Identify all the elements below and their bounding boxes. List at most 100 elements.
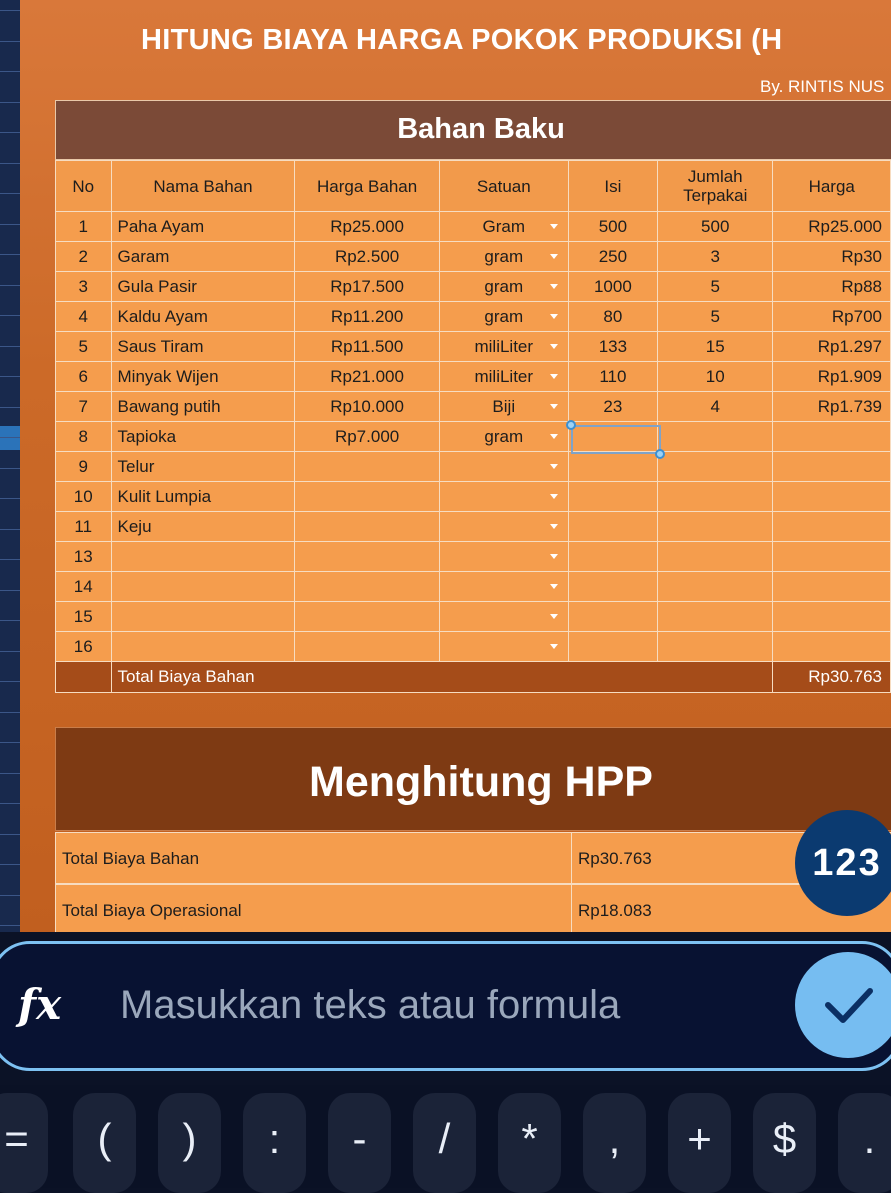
cell-jumlah-terpakai[interactable]: 3 <box>656 241 774 272</box>
cell-satuan[interactable] <box>438 631 569 662</box>
cell-harga-bahan[interactable]: Rp10.000 <box>294 391 440 422</box>
row-header-strip[interactable] <box>0 0 20 932</box>
dropdown-arrow-icon[interactable] <box>549 374 558 379</box>
key-minus[interactable]: - <box>328 1093 391 1193</box>
cell-no[interactable]: 8 <box>55 421 112 452</box>
cell-isi[interactable] <box>567 541 659 572</box>
cell-isi[interactable] <box>567 511 659 542</box>
cell-no[interactable]: 3 <box>55 271 112 302</box>
cell-harga[interactable]: Rp1.739 <box>772 391 891 422</box>
selected-cell[interactable] <box>571 425 661 454</box>
cell-jumlah-terpakai[interactable] <box>656 451 774 482</box>
cell-no[interactable]: 10 <box>55 481 112 512</box>
cell-satuan[interactable]: gram <box>438 421 569 452</box>
cell-jumlah-terpakai[interactable] <box>656 631 774 662</box>
cell-isi[interactable]: 1000 <box>567 271 659 302</box>
cell-satuan[interactable] <box>438 571 569 602</box>
cell-isi[interactable]: 23 <box>567 391 659 422</box>
cell-isi[interactable] <box>567 451 659 482</box>
key-close-paren[interactable]: ) <box>158 1093 221 1193</box>
cell-harga[interactable] <box>772 631 891 662</box>
cell-nama-bahan[interactable]: Gula Pasir <box>110 271 296 302</box>
dropdown-arrow-icon[interactable] <box>549 314 558 319</box>
col-header-satuan[interactable]: Satuan <box>438 160 569 212</box>
cell-harga-bahan[interactable]: Rp11.200 <box>294 301 440 332</box>
cell-nama-bahan[interactable] <box>110 631 296 662</box>
dropdown-arrow-icon[interactable] <box>549 404 558 409</box>
dropdown-arrow-icon[interactable] <box>549 344 558 349</box>
cell-jumlah-terpakai[interactable] <box>656 601 774 632</box>
cell-satuan[interactable] <box>438 601 569 632</box>
key-open-paren[interactable]: ( <box>73 1093 136 1193</box>
total-value-cell[interactable]: Rp30.763 <box>772 661 891 693</box>
cell-jumlah-terpakai[interactable] <box>656 481 774 512</box>
cell-satuan[interactable]: Biji <box>438 391 569 422</box>
cell-satuan[interactable] <box>438 451 569 482</box>
cell-satuan[interactable]: gram <box>438 271 569 302</box>
cell-no[interactable]: 4 <box>55 301 112 332</box>
cell-harga-bahan[interactable]: Rp25.000 <box>294 211 440 242</box>
cell-isi[interactable]: 110 <box>567 361 659 392</box>
cell-harga[interactable] <box>772 601 891 632</box>
key-period[interactable]: . <box>838 1093 891 1193</box>
cell-nama-bahan[interactable]: Saus Tiram <box>110 331 296 362</box>
cell-satuan[interactable]: Gram <box>438 211 569 242</box>
dropdown-arrow-icon[interactable] <box>549 644 558 649</box>
dropdown-arrow-icon[interactable] <box>549 224 558 229</box>
cell-nama-bahan[interactable]: Keju <box>110 511 296 542</box>
dropdown-arrow-icon[interactable] <box>549 524 558 529</box>
dropdown-arrow-icon[interactable] <box>549 614 558 619</box>
cell-harga[interactable] <box>772 421 891 452</box>
dropdown-arrow-icon[interactable] <box>549 284 558 289</box>
cell-jumlah-terpakai[interactable]: 500 <box>656 211 774 242</box>
cell-harga-bahan[interactable] <box>294 451 440 482</box>
col-header-harga-bahan[interactable]: Harga Bahan <box>294 160 440 212</box>
cell-harga[interactable] <box>772 541 891 572</box>
cell-satuan[interactable]: gram <box>438 301 569 332</box>
cell-no[interactable]: 1 <box>55 211 112 242</box>
cell-harga-bahan[interactable] <box>294 481 440 512</box>
cell-harga[interactable]: Rp25.000 <box>772 211 891 242</box>
cell-satuan[interactable]: gram <box>438 241 569 272</box>
cell-satuan[interactable] <box>438 481 569 512</box>
key-dollar[interactable]: $ <box>753 1093 816 1193</box>
cell-harga[interactable] <box>772 451 891 482</box>
dropdown-arrow-icon[interactable] <box>549 494 558 499</box>
cell-no[interactable]: 14 <box>55 571 112 602</box>
spreadsheet-area[interactable]: HITUNG BIAYA HARGA POKOK PRODUKSI (H By.… <box>0 0 891 932</box>
confirm-button[interactable] <box>795 952 891 1058</box>
col-header-harga[interactable]: Harga <box>772 160 891 212</box>
cell-isi[interactable] <box>567 571 659 602</box>
cell-satuan[interactable]: miliLiter <box>438 331 569 362</box>
cell-no[interactable]: 13 <box>55 541 112 572</box>
cell-nama-bahan[interactable]: Tapioka <box>110 421 296 452</box>
cell-jumlah-terpakai[interactable]: 4 <box>656 391 774 422</box>
cell-satuan[interactable]: miliLiter <box>438 361 569 392</box>
cell-nama-bahan[interactable] <box>110 541 296 572</box>
cell-nama-bahan[interactable]: Telur <box>110 451 296 482</box>
cell-nama-bahan[interactable]: Kaldu Ayam <box>110 301 296 332</box>
key-equals[interactable]: = <box>0 1093 48 1193</box>
cell-harga[interactable]: Rp700 <box>772 301 891 332</box>
cell-no[interactable]: 6 <box>55 361 112 392</box>
cell-isi[interactable]: 80 <box>567 301 659 332</box>
dropdown-arrow-icon[interactable] <box>549 554 558 559</box>
dropdown-arrow-icon[interactable] <box>549 434 558 439</box>
cell-no[interactable]: 15 <box>55 601 112 632</box>
cell-no[interactable]: 7 <box>55 391 112 422</box>
cell-isi[interactable]: 133 <box>567 331 659 362</box>
selection-handle-bottom-right[interactable] <box>655 449 665 459</box>
cell-harga[interactable]: Rp30 <box>772 241 891 272</box>
bahan-baku-header[interactable]: Bahan Baku <box>55 100 891 160</box>
cell-harga-bahan[interactable]: Rp7.000 <box>294 421 440 452</box>
cell-nama-bahan[interactable]: Minyak Wijen <box>110 361 296 392</box>
cell-harga[interactable]: Rp1.909 <box>772 361 891 392</box>
cell-isi[interactable] <box>567 481 659 512</box>
cell-jumlah-terpakai[interactable] <box>656 421 774 452</box>
cell-jumlah-terpakai[interactable] <box>656 511 774 542</box>
hpp-header[interactable]: Menghitung HPP <box>55 727 891 831</box>
col-header-no[interactable]: No <box>55 160 112 212</box>
cell-harga-bahan[interactable]: Rp17.500 <box>294 271 440 302</box>
cell-jumlah-terpakai[interactable]: 5 <box>656 271 774 302</box>
cell-harga-bahan[interactable] <box>294 601 440 632</box>
